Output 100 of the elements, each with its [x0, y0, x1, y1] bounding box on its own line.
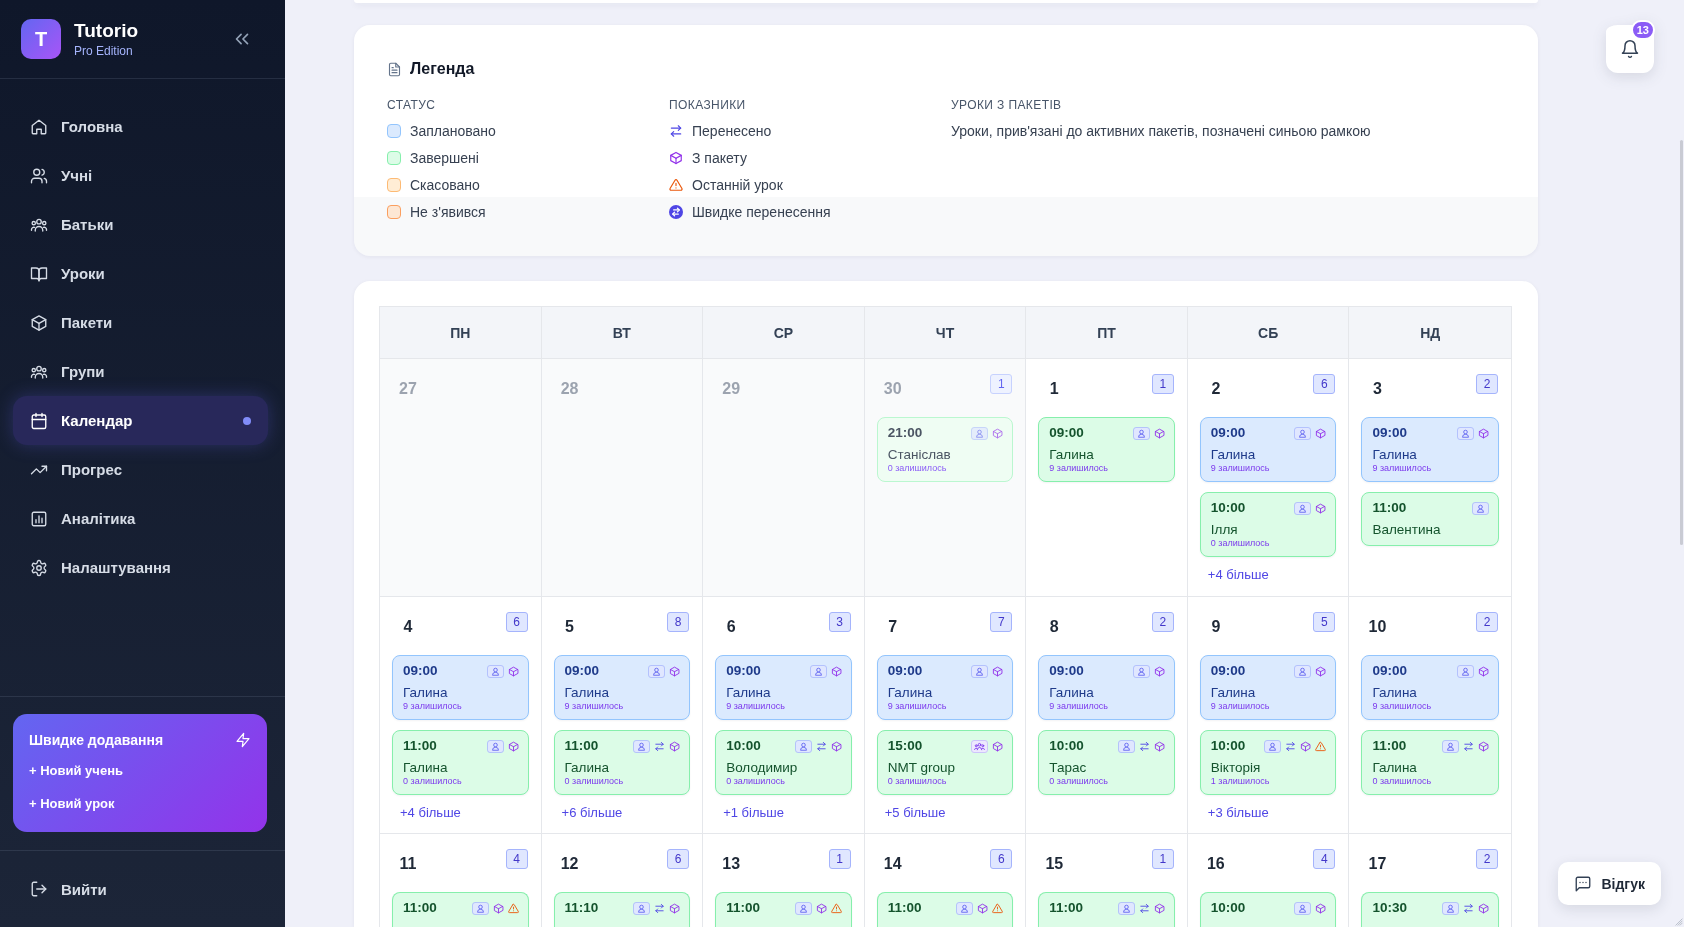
day-cell[interactable]: 6 3 09:00 Галина 9 залишилось 10:00 Володимир 0 залишилось +1 більше — [703, 597, 865, 834]
lesson-time: 11:00 — [403, 738, 437, 754]
lesson-time: 10:00 — [1210, 738, 1246, 754]
day-cell[interactable]: 12 6 11:10 — [541, 834, 704, 927]
weekday-header: СБ — [1187, 307, 1350, 359]
lesson-card[interactable]: 09:00 Галина 9 залишилось — [1038, 417, 1175, 482]
lesson-card[interactable]: 09:00 Галина 9 залишилось — [715, 655, 852, 720]
quick-add-link[interactable]: + Новий урок — [29, 794, 115, 814]
day-cell[interactable]: 30 1 21:00 Станіслав 0 залишилось — [864, 359, 1027, 597]
lesson-card[interactable]: 09:00 Галина 9 залишилось — [1361, 417, 1499, 482]
remaining-lessons: 0 залишилось — [1372, 776, 1433, 787]
nav-item[interactable]: Групи — [13, 347, 268, 396]
nav-item[interactable]: Уроки — [13, 249, 268, 298]
quick-add-link[interactable]: + Новий учень — [29, 761, 123, 781]
lesson-card[interactable]: 09:00 Галина 9 залишилось — [553, 655, 691, 720]
legend-title: Легенда — [410, 60, 475, 78]
lesson-card[interactable]: 09:00 Галина 9 залишилось — [392, 655, 529, 720]
lesson-card[interactable]: 10:00 Володимир 0 залишилось — [715, 730, 852, 795]
lesson-card[interactable]: 09:00 Галина 9 залишилось — [1361, 655, 1499, 720]
quick-add-title: Швидке додавання — [29, 732, 164, 748]
day-number: 2 — [1210, 379, 1222, 399]
student-name: NMT group — [887, 759, 956, 776]
remaining-lessons: 0 залишилось — [1210, 538, 1271, 549]
day-cell[interactable]: 1 1 09:00 Галина 9 залишилось — [1026, 359, 1188, 597]
nav-item[interactable]: Батьки — [13, 200, 268, 249]
lesson-card[interactable]: 10:30 — [1361, 892, 1499, 927]
more-link[interactable]: +4 більше — [400, 804, 461, 822]
lesson-count-badge: 2 — [1151, 612, 1174, 632]
remaining-lessons: 0 залишилось — [403, 776, 463, 787]
more-link[interactable]: +6 більше — [561, 804, 623, 822]
day-number: 8 — [1048, 617, 1060, 637]
lesson-card[interactable]: 11:00 — [715, 892, 852, 927]
lesson-card[interactable]: 11:00 Галина 0 залишилось — [553, 730, 691, 795]
nav-item[interactable]: Календар — [13, 396, 268, 445]
day-cell[interactable]: 5 8 09:00 Галина 9 залишилось 11:00 Галина 0 залишилось +6 більше — [541, 597, 704, 834]
more-link[interactable]: +3 більше — [1207, 804, 1269, 822]
student-name: Галина — [564, 759, 610, 776]
more-link[interactable]: +1 більше — [723, 804, 784, 822]
day-number: 7 — [887, 617, 899, 637]
remaining-lessons: 9 залишилось — [887, 701, 948, 712]
lesson-card[interactable]: 10:00 Вікторія 1 залишилось — [1199, 730, 1337, 795]
resize-grip-icon[interactable] — [1673, 916, 1683, 926]
lesson-count-badge: 1 — [990, 374, 1013, 394]
more-link[interactable]: +5 більше — [884, 804, 946, 822]
feedback-button[interactable]: Відгук — [1558, 862, 1661, 905]
lesson-card[interactable]: 11:10 — [553, 892, 691, 927]
lesson-card[interactable]: 11:00 — [392, 892, 529, 927]
day-number: 5 — [564, 617, 575, 637]
lesson-time: 11:10 — [564, 900, 599, 916]
lesson-card[interactable]: 09:00 Галина 9 залишилось — [1038, 655, 1175, 720]
day-cell[interactable]: 4 6 09:00 Галина 9 залишилось 11:00 Галина 0 залишилось +4 більше — [380, 597, 542, 834]
student-name: Галина — [1372, 446, 1418, 463]
day-cell[interactable]: 13 1 11:00 — [703, 834, 865, 927]
nav-item[interactable]: Налаштування — [13, 543, 268, 592]
notification-badge: 13 — [1630, 20, 1655, 40]
lesson-time: 11:00 — [726, 900, 760, 916]
lesson-card[interactable]: 10:00 Ілля 0 залишилось — [1199, 492, 1337, 557]
nav-item[interactable]: Учні — [13, 151, 268, 200]
lesson-card[interactable]: 21:00 Станіслав 0 залишилось — [876, 417, 1014, 482]
day-cell[interactable]: 8 2 09:00 Галина 9 залишилось 10:00 Тарас 0 залишилось — [1026, 597, 1188, 834]
logout-button[interactable]: Вийти — [13, 864, 268, 914]
lesson-card[interactable]: 10:00 — [1199, 892, 1337, 927]
day-number: 17 — [1367, 854, 1388, 874]
day-cell[interactable]: 2 6 09:00 Галина 9 залишилось 10:00 Ілля 0 залишилось +4 більше — [1187, 359, 1350, 597]
lesson-card[interactable]: 10:00 Тарас 0 залишилось — [1038, 730, 1175, 795]
cube-icon — [30, 313, 48, 332]
lesson-card[interactable]: 15:00 NMT group 0 залишилось — [876, 730, 1014, 795]
lesson-card[interactable]: 09:00 Галина 9 залишилось — [1199, 417, 1337, 482]
lesson-card[interactable]: 09:00 Галина 9 залишилось — [1199, 655, 1337, 720]
day-number: 1 — [1048, 379, 1060, 399]
day-cell[interactable]: 14 6 11:00 — [864, 834, 1027, 927]
lesson-time: 09:00 — [1210, 663, 1246, 679]
lesson-time: 09:00 — [403, 663, 438, 679]
notification-button[interactable]: 13 — [1606, 20, 1655, 73]
day-number: 4 — [402, 617, 414, 637]
day-cell[interactable]: 9 5 09:00 Галина 9 залишилось 10:00 Вікторія 1 залишилось +3 більше — [1187, 597, 1350, 834]
day-cell[interactable]: 16 4 10:00 — [1187, 834, 1350, 927]
lesson-card[interactable]: 09:00 Галина 9 залишилось — [876, 655, 1014, 720]
day-cell[interactable]: 7 7 09:00 Галина 9 залишилось 15:00 NMT group 0 залишилось +5 більше — [864, 597, 1027, 834]
nav-item[interactable]: Прогрес — [13, 445, 268, 494]
lesson-card[interactable]: 11:00 Галина 0 залишилось — [392, 730, 529, 795]
lesson-card[interactable]: 11:00 — [1038, 892, 1175, 927]
nav-item[interactable]: Аналітика — [13, 494, 268, 543]
lesson-card[interactable]: 11:00 Галина 0 залишилось — [1361, 730, 1499, 795]
day-cell[interactable]: 11 4 11:00 — [380, 834, 542, 927]
remaining-lessons: 9 залишилось — [1372, 463, 1433, 474]
nav-item[interactable]: Пакети — [13, 298, 268, 347]
scrollbar-thumb[interactable] — [1680, 140, 1683, 545]
nav-item[interactable]: Головна — [13, 102, 268, 151]
app-title: Tutorio — [74, 19, 138, 42]
warning-icon — [669, 178, 683, 192]
day-number: 28 — [559, 379, 580, 399]
day-cell[interactable]: 15 1 11:00 — [1026, 834, 1188, 927]
lesson-card[interactable]: 11:00 — [876, 892, 1014, 927]
remaining-lessons: 9 залишилось — [1210, 463, 1271, 474]
lesson-count-badge: 1 — [1151, 374, 1174, 394]
legend-heading: СТАТУС — [387, 97, 437, 114]
more-link[interactable]: +4 більше — [1207, 566, 1269, 584]
lesson-count-badge: 2 — [1476, 374, 1498, 394]
lesson-card[interactable]: 11:00 Валентина — [1361, 492, 1499, 546]
